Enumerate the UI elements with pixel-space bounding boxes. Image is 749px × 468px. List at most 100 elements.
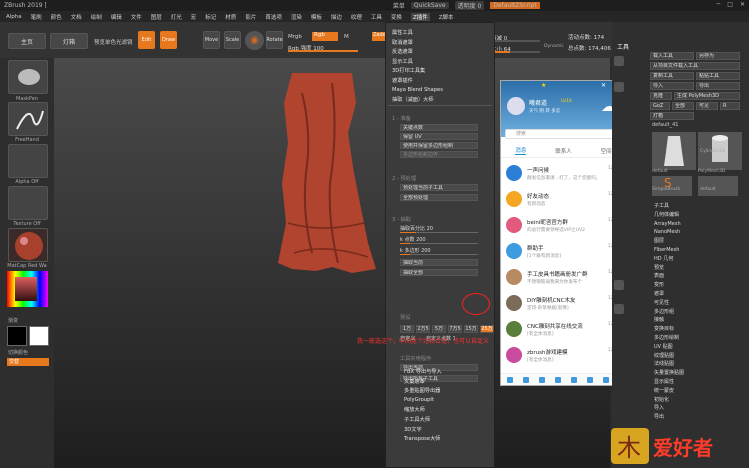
qq-file-icon[interactable] (539, 377, 545, 383)
qq-menu-icon[interactable] (507, 377, 513, 383)
load-from-project-button[interactable]: 从项目文件载入工具 (650, 62, 740, 70)
tool-submenu-item[interactable]: 统一蒙皮 (654, 387, 684, 396)
tool-submenu-item[interactable]: ArrayMesh (654, 220, 684, 229)
menu-item[interactable]: 图层 (151, 13, 162, 21)
lightbox-tools-button[interactable]: 灯箱 (650, 112, 694, 120)
tool-submenu-item[interactable]: 变换目标 (654, 325, 684, 334)
tool-submenu-item[interactable]: 多边形组 (654, 308, 684, 317)
key-points-button[interactable]: 关键点数 (400, 124, 478, 131)
tool-submenu-item[interactable]: 图层 (654, 237, 684, 246)
plugin-menu-item[interactable]: FBX 导出与导入 (404, 368, 442, 375)
zadd-toggle[interactable]: Zadd (372, 32, 386, 41)
clone-button[interactable]: 克隆 (650, 92, 672, 100)
menu-item[interactable]: 影片 (245, 13, 256, 21)
menu-item[interactable]: 变换 (391, 13, 402, 21)
rgb-toggle[interactable]: Rgb (312, 32, 338, 41)
side-icon-2[interactable] (614, 82, 624, 92)
menu-item[interactable]: 描边 (331, 13, 342, 21)
scale-button[interactable]: Scale (224, 31, 241, 49)
preset-250k-button[interactable]: 25万 (480, 325, 494, 333)
decimation-percent-slider[interactable]: 抽取百分比 20 (400, 225, 478, 233)
tool-submenu-item[interactable]: UV 贴图 (654, 343, 684, 352)
preset-150k-button[interactable]: 15万 (464, 325, 478, 333)
qq-search-input[interactable]: 搜索 (505, 129, 622, 139)
plugin-menu-item[interactable]: 多重贴图导出器 (404, 387, 440, 394)
minimize-icon[interactable]: ─ (717, 1, 721, 8)
plugin-menu-item[interactable]: 子工具大师 (404, 416, 430, 423)
menu-item[interactable]: 纹理 (351, 13, 362, 21)
import-button[interactable]: 导入 (650, 82, 694, 90)
menu-item[interactable]: 标记 (205, 13, 216, 21)
tool-submenu-item[interactable]: 预览 (654, 264, 684, 273)
qq-star-icon[interactable]: ★ (541, 82, 546, 89)
texture-thumbnail[interactable] (8, 186, 48, 220)
qq-avatar[interactable] (507, 97, 525, 115)
preprocess-all-button[interactable]: 全部预处理 (400, 194, 478, 201)
tool-submenu-item[interactable]: 导入 (654, 404, 684, 413)
keep-polygroups-button[interactable]: 使用并保留多边形组制 (400, 142, 478, 149)
qq-conversation[interactable]: CNC雕刻共享在线交流[有全体消息]12:34 (501, 317, 626, 343)
alpha-thumbnail[interactable] (8, 144, 48, 178)
menu-item[interactable]: 渲染 (291, 13, 302, 21)
mrgb-toggle[interactable]: Mrgb (288, 34, 302, 40)
close-icon[interactable]: ✕ (740, 1, 745, 8)
qq-conversation[interactable]: 一声问候群发信息邀请…打了，这个您能吗。12:541 (501, 161, 626, 187)
qq-close-icon[interactable]: ✕ (601, 82, 606, 89)
visible-button[interactable]: 可见 (696, 102, 718, 110)
tool-submenu-item[interactable]: 初始化 (654, 396, 684, 405)
secondary-color-swatch[interactable] (29, 326, 49, 346)
k-points-slider[interactable]: k 点数 200 (400, 236, 478, 244)
plugin-menu-item[interactable]: 属性工具 (392, 29, 413, 36)
menu-item[interactable]: 材质 (225, 13, 236, 21)
preset-75k-button[interactable]: 7万5 (448, 325, 462, 333)
tool-thumb-default[interactable] (652, 132, 696, 170)
qq-conversation[interactable]: beini昵咨官方群的总行需要领导选VIP之UV212:539 (501, 213, 626, 239)
plugin-menu-item[interactable]: 反选遮罩 (392, 48, 413, 55)
qq-mail-icon[interactable] (555, 377, 561, 383)
rgb-intensity-slider[interactable]: Rgb 强度 100 (288, 44, 358, 52)
tab-contacts[interactable]: 联系人 (555, 147, 572, 155)
tool-submenu-item[interactable]: 几何体编辑 (654, 211, 684, 220)
qq-game-icon[interactable] (571, 377, 577, 383)
tab-space[interactable]: 空间 (601, 147, 612, 155)
plugin-menu-item[interactable]: 缩放大师 (404, 406, 425, 413)
tool-submenu-item[interactable]: 导出 (654, 413, 684, 422)
qq-conversation[interactable]: 群助手[1个群有新消息]12:52 (501, 239, 626, 265)
qq-conversation[interactable]: zbrush游戏建模[有全体消息]12:20 (501, 343, 626, 369)
maximize-icon[interactable]: □ (727, 1, 733, 8)
copy-tool-button[interactable]: 复制工具 (650, 72, 694, 80)
m-toggle[interactable]: M (344, 34, 349, 40)
move-button[interactable]: Move (203, 31, 220, 49)
qq-add-icon[interactable] (523, 377, 529, 383)
plugin-menu-item[interactable]: Transpose大师 (404, 435, 440, 442)
tool-submenu-item[interactable]: 法线贴图 (654, 360, 684, 369)
menu-item[interactable]: 绘制 (91, 13, 102, 21)
side-icon-1[interactable] (614, 56, 624, 66)
material-thumbnail[interactable] (8, 228, 48, 262)
menu-item[interactable]: 工具 (371, 13, 382, 21)
export-button[interactable]: 导出 (696, 82, 740, 90)
tool-submenu-item[interactable]: 多边形绘制 (654, 334, 684, 343)
dynamic-toggle[interactable]: Dynamic (544, 44, 564, 49)
plugin-menu-item[interactable]: 显示工具 (392, 58, 413, 65)
lightbox-button[interactable]: 灯箱 (50, 33, 88, 49)
quicksave-button[interactable]: QuickSave (410, 2, 449, 9)
main-color-swatch[interactable] (7, 326, 27, 346)
draw-button[interactable]: Draw (160, 31, 177, 49)
plugin-menu-item[interactable]: Maya Blend Shapes (392, 87, 443, 93)
preset-10k-button[interactable]: 1万 (400, 325, 414, 333)
menus-toggle[interactable]: 菜单 (393, 1, 405, 10)
guanyin-sculpture[interactable] (272, 73, 376, 273)
plugin-menu-item[interactable]: 文集遮罩 (404, 378, 425, 385)
plugin-menu-item[interactable]: 3D打印工具集 (392, 67, 425, 74)
home-button[interactable]: 主页 (8, 33, 46, 49)
tab-messages[interactable]: 消息 (515, 146, 527, 155)
menu-item[interactable]: 文档 (71, 13, 82, 21)
preprocess-current-button[interactable]: 预处理当前子工具 (400, 184, 478, 191)
menu-item[interactable]: 颜色 (51, 13, 62, 21)
plugin-menu-item[interactable]: 抽取（减面）大师 (392, 96, 434, 103)
preset-25k-button[interactable]: 2万5 (416, 325, 430, 333)
tool-submenu-item[interactable]: 矢量置换贴图 (654, 369, 684, 378)
preset-50k-button[interactable]: 5万 (432, 325, 446, 333)
rotate-mode-button[interactable]: Rotate (266, 31, 283, 49)
